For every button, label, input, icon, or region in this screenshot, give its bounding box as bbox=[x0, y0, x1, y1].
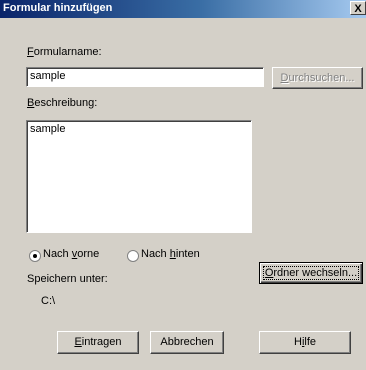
window-title: Formular hinzufügen bbox=[3, 2, 113, 14]
title-bar[interactable]: Formular hinzufügen X bbox=[0, 0, 366, 18]
description-value: sample bbox=[30, 123, 66, 135]
change-folder-button[interactable]: Ordner wechseln... bbox=[259, 262, 363, 284]
change-folder-label: Ordner wechseln... bbox=[262, 266, 360, 280]
help-button[interactable]: Hilfe bbox=[259, 331, 351, 354]
save-path: C:\ bbox=[41, 295, 56, 307]
radio-back-label[interactable]: Nach hinten bbox=[141, 248, 200, 260]
radio-front[interactable] bbox=[29, 250, 41, 262]
radio-front-label[interactable]: Nach vorne bbox=[43, 248, 99, 260]
close-button[interactable]: X bbox=[350, 1, 366, 15]
form-name-input[interactable]: sample bbox=[26, 67, 264, 87]
form-name-value: sample bbox=[30, 70, 66, 82]
save-under-label: Speichern unter: bbox=[27, 273, 108, 285]
browse-button[interactable]: Durchsuchen... bbox=[272, 67, 363, 89]
enter-button[interactable]: Eintragen bbox=[57, 331, 139, 354]
description-textarea[interactable]: sample bbox=[26, 120, 252, 233]
description-label: Beschreibung: bbox=[27, 97, 98, 109]
form-name-label: Formularname: bbox=[27, 46, 102, 58]
radio-back[interactable] bbox=[127, 250, 139, 262]
close-icon: X bbox=[354, 3, 362, 15]
dialog-window: Formular hinzufügen X Formularname: samp… bbox=[0, 0, 366, 370]
cancel-button[interactable]: Abbrechen bbox=[150, 331, 224, 354]
